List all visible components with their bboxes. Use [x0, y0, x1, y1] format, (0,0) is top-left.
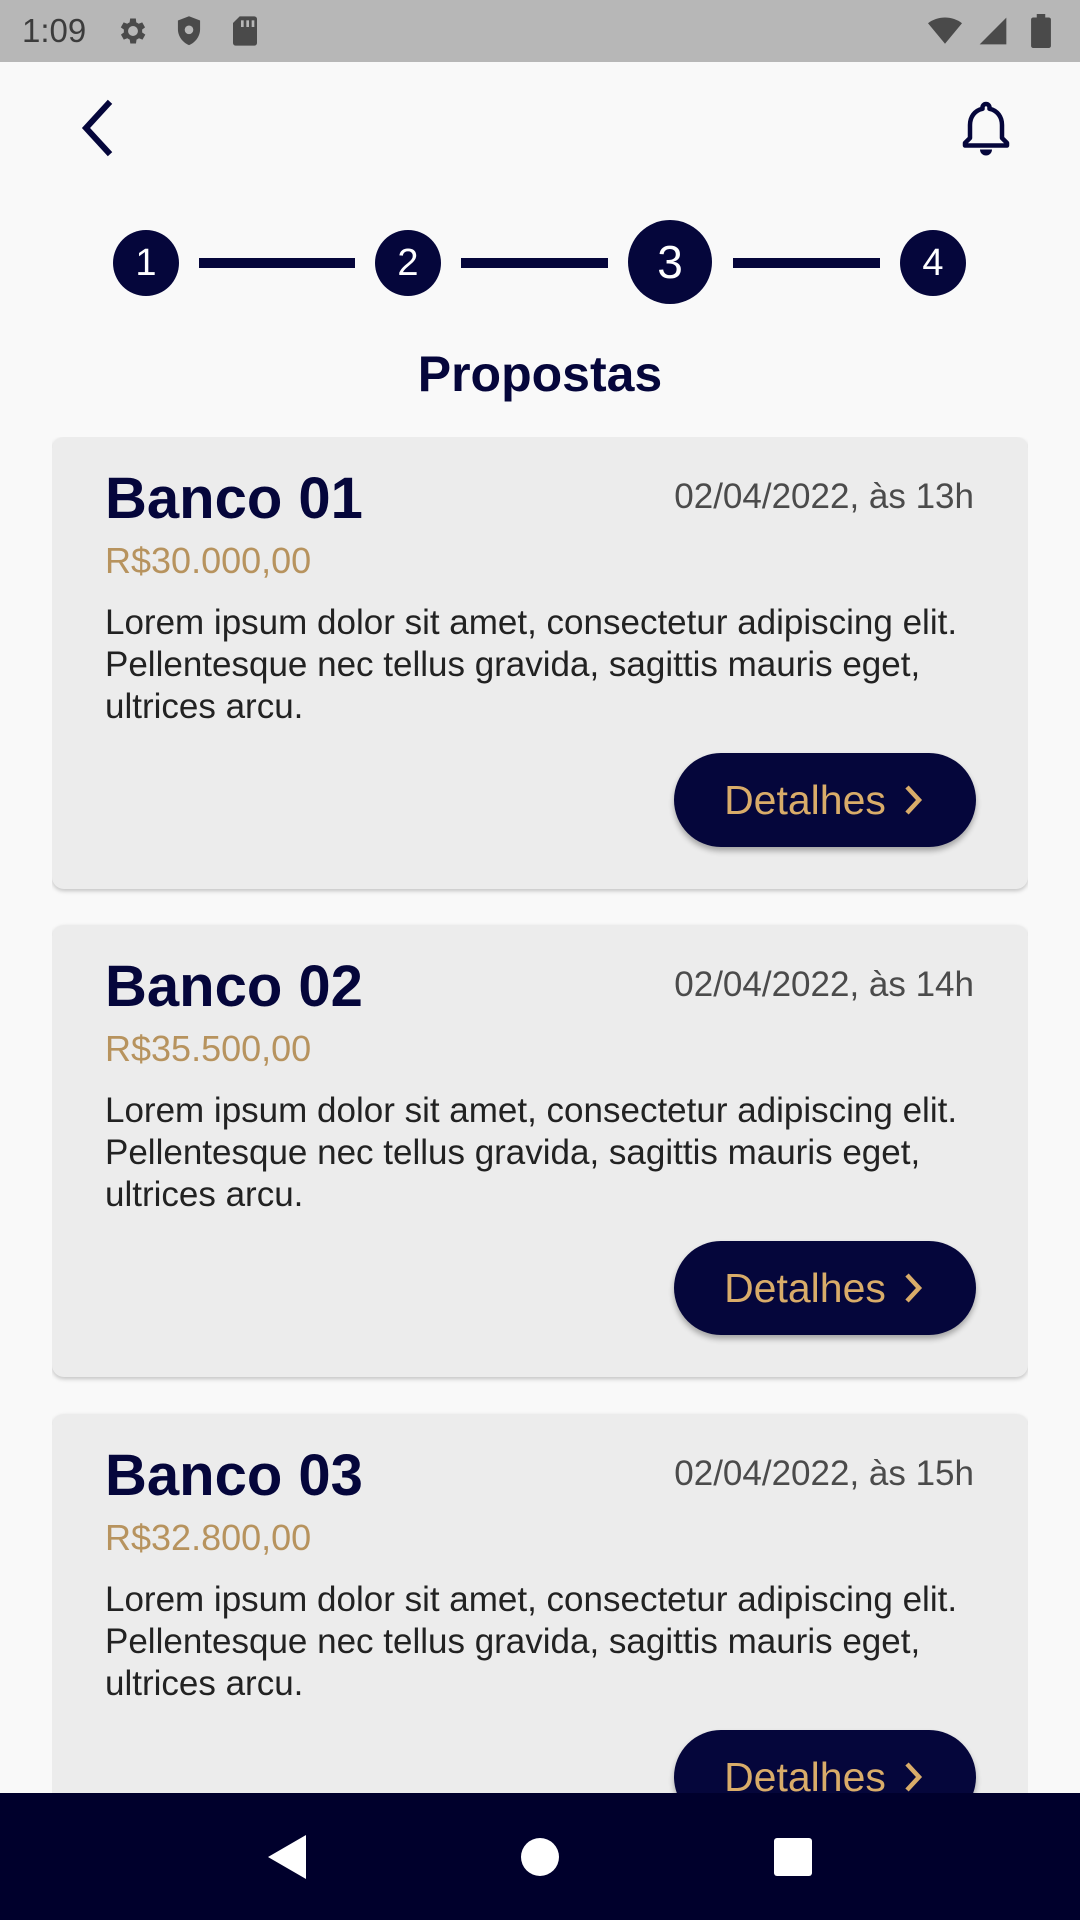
- step-4: 4: [900, 230, 966, 296]
- bank-name: Banco 03: [105, 1443, 363, 1508]
- step-connector: [461, 258, 608, 268]
- details-button[interactable]: Detalhes: [674, 1730, 976, 1793]
- bell-icon: [962, 101, 1010, 156]
- bank-name: Banco 02: [105, 954, 363, 1019]
- chevron-left-icon: [81, 99, 113, 157]
- step-2: 2: [375, 230, 441, 296]
- battery-icon: [1024, 14, 1058, 48]
- chevron-right-icon: [905, 1273, 922, 1303]
- proposal-description: Lorem ipsum dolor sit amet, consectetur …: [105, 603, 958, 726]
- status-left-icons: [116, 14, 262, 48]
- details-button[interactable]: Detalhes: [674, 1241, 976, 1335]
- chevron-right-icon: [905, 1762, 922, 1792]
- proposal-amount: R$35.500,00: [105, 1028, 312, 1069]
- proposal-description: Lorem ipsum dolor sit amet, consectetur …: [105, 1580, 958, 1703]
- nav-home-button[interactable]: [500, 1817, 580, 1897]
- settings-icon: [116, 14, 150, 48]
- page-title: Propostas: [417, 346, 663, 402]
- details-button[interactable]: Detalhes: [674, 753, 976, 847]
- progress-stepper: 1 2 3 4: [0, 218, 1080, 304]
- back-button[interactable]: [70, 98, 130, 158]
- details-button-label: Detalhes: [724, 1264, 886, 1311]
- status-right-icons: [928, 14, 1058, 48]
- details-button-label: Detalhes: [724, 1753, 886, 1794]
- app-bar: [0, 62, 1080, 192]
- proposals-list[interactable]: Banco 01 02/04/2022, às 13h R$30.000,00 …: [52, 437, 1028, 1793]
- nav-back-button[interactable]: [247, 1817, 327, 1897]
- shield-icon: [172, 14, 206, 48]
- system-nav-bar: [0, 1793, 1080, 1920]
- bank-name: Banco 01: [105, 466, 363, 531]
- proposal-date: 02/04/2022, às 13h: [674, 477, 974, 516]
- proposal-description: Lorem ipsum dolor sit amet, consectetur …: [105, 1091, 958, 1214]
- wifi-icon: [928, 14, 962, 48]
- proposal-card: Banco 02 02/04/2022, às 14h R$35.500,00 …: [52, 925, 1028, 1377]
- proposal-date: 02/04/2022, às 15h: [674, 1454, 974, 1493]
- proposal-date: 02/04/2022, às 14h: [674, 965, 974, 1004]
- step-1: 1: [113, 230, 179, 296]
- step-3-current: 3: [628, 220, 712, 304]
- notifications-button[interactable]: [954, 96, 1018, 160]
- step-connector: [199, 258, 355, 268]
- status-bar: 1:09: [0, 0, 1080, 62]
- sd-card-icon: [228, 14, 262, 48]
- signal-icon: [976, 14, 1010, 48]
- step-connector: [733, 258, 880, 268]
- details-button-label: Detalhes: [724, 776, 886, 823]
- home-circle-icon: [520, 1837, 559, 1876]
- proposal-card: Banco 03 02/04/2022, às 15h R$32.800,00 …: [52, 1414, 1028, 1793]
- proposal-card: Banco 01 02/04/2022, às 13h R$30.000,00 …: [52, 437, 1028, 889]
- back-triangle-icon: [267, 1834, 306, 1879]
- nav-recents-button[interactable]: [753, 1817, 833, 1897]
- proposal-amount: R$32.800,00: [105, 1517, 312, 1558]
- proposal-amount: R$30.000,00: [105, 540, 312, 581]
- chevron-right-icon: [905, 785, 922, 815]
- status-time: 1:09: [22, 12, 87, 49]
- recents-square-icon: [774, 1837, 813, 1876]
